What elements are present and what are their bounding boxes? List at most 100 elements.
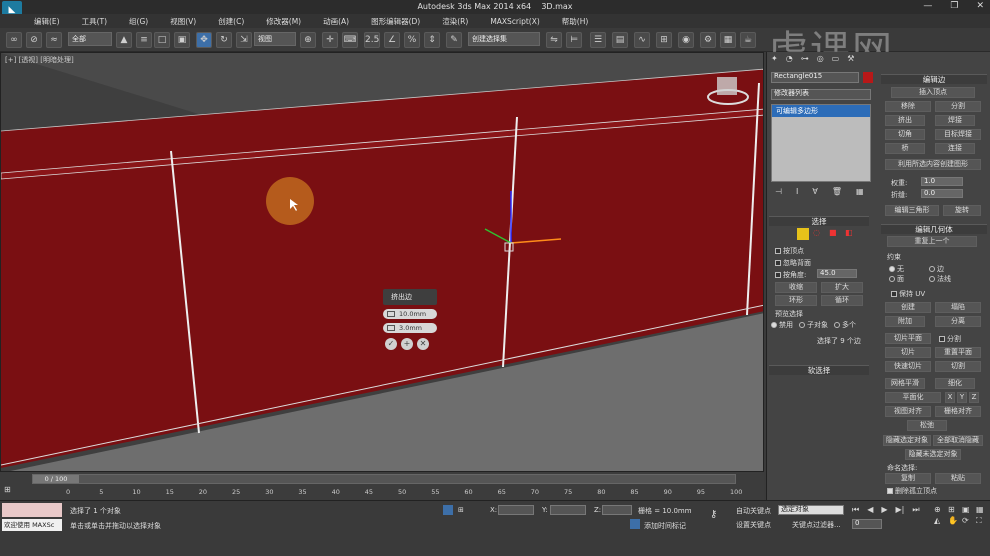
selection-rollout-title[interactable]: 选择 [769, 216, 869, 226]
turn-button[interactable]: 旋转 [943, 205, 981, 216]
named-selection-dropdown[interactable]: 创建选择集 [468, 32, 540, 46]
angle-spinner[interactable]: 45.0 [817, 269, 857, 278]
render-icon[interactable]: ☕ [740, 32, 756, 48]
paste-button[interactable]: 粘贴 [935, 473, 981, 484]
zoom-extents-all-icon[interactable]: ▦ [976, 505, 988, 514]
snaps-toggle-icon[interactable]: 2.5 [364, 32, 380, 48]
y-coord-field[interactable] [550, 505, 586, 515]
scale-icon[interactable]: ⇲ [236, 32, 252, 48]
select-object-icon[interactable]: ▲ [116, 32, 132, 48]
hide-unselected-button[interactable]: 隐藏未选定对象 [905, 449, 961, 460]
remove-modifier-icon[interactable]: 🗑 [832, 187, 842, 196]
soft-selection-rollout[interactable]: 软选择 [769, 365, 869, 375]
unlink-icon[interactable]: ⊘ [26, 32, 42, 48]
edge-mode-icon[interactable] [797, 228, 809, 240]
pan-icon[interactable]: ✋ [948, 516, 960, 526]
planarize-z-button[interactable]: Z [969, 392, 979, 403]
collapse-button[interactable]: 塌陷 [935, 302, 981, 313]
copy-button[interactable]: 复制 [885, 473, 931, 484]
time-slider[interactable]: 0 / 100 [32, 474, 736, 484]
orbit-icon[interactable]: ⟳ [962, 516, 974, 526]
motion-tab-icon[interactable]: ◎ [817, 54, 824, 63]
window-crossing-icon[interactable]: ▣ [174, 32, 190, 48]
show-end-result-icon[interactable]: I [796, 187, 798, 196]
maximize-viewport-icon[interactable]: ⛶ [976, 516, 988, 526]
border-mode-icon[interactable]: ◌ [813, 228, 825, 240]
zoom-all-icon[interactable]: ⊞ [948, 505, 960, 514]
layer-manager-icon[interactable]: ☰ [590, 32, 606, 48]
reset-plane-button[interactable]: 重置平面 [935, 347, 981, 358]
mirror-icon[interactable]: ⇋ [546, 32, 562, 48]
zoom-extents-icon[interactable]: ▣ [962, 505, 974, 514]
constraint-face-radio[interactable]: 面 [889, 274, 904, 284]
next-frame-icon[interactable]: ▶| [896, 505, 905, 515]
utilities-tab-icon[interactable]: ⚒ [847, 54, 854, 63]
z-coord-field[interactable] [602, 505, 632, 515]
lock-selection-icon[interactable] [443, 505, 453, 515]
maxscript-listener-top[interactable] [2, 503, 62, 517]
viewport-label[interactable]: [+] [透视] [明暗处理] [5, 55, 74, 65]
rect-selection-icon[interactable]: □ [154, 32, 170, 48]
menu-modifiers[interactable]: 修改器(M) [266, 16, 301, 27]
hide-selected-button[interactable]: 隐藏选定对象 [883, 435, 931, 446]
by-vertex-check[interactable]: 按顶点 [775, 246, 804, 256]
link-icon[interactable]: ∞ [6, 32, 22, 48]
display-tab-icon[interactable]: ▭ [832, 54, 840, 63]
play-icon[interactable]: ▶ [881, 505, 887, 515]
key-icon[interactable]: ⚷ [710, 509, 717, 520]
add-time-tag[interactable]: 添加时间标记 [644, 521, 686, 531]
loop-button[interactable]: 循环 [821, 295, 863, 306]
edit-named-selections-icon[interactable]: ✎ [446, 32, 462, 48]
connect-button[interactable]: 连接 [935, 143, 975, 154]
split-check[interactable]: 分割 [939, 334, 961, 344]
remove-button[interactable]: 移除 [885, 101, 931, 112]
graphite-toggle-icon[interactable]: ▤ [612, 32, 628, 48]
constraint-normal-radio[interactable]: 法线 [929, 274, 951, 284]
element-mode-icon[interactable]: ◧ [845, 228, 857, 240]
insert-vertex-button[interactable]: 插入顶点 [891, 87, 975, 98]
render-setup-icon[interactable]: ⚙ [700, 32, 716, 48]
ok-icon[interactable]: ✓ [385, 338, 397, 350]
constraint-edge-radio[interactable]: 边 [929, 264, 944, 274]
target-weld-button[interactable]: 目标焊接 [935, 129, 981, 140]
key-mode-dropdown[interactable]: 选定对象 [778, 505, 844, 515]
tessellate-button[interactable]: 细化 [935, 378, 975, 389]
menu-rendering[interactable]: 渲染(R) [442, 16, 468, 27]
make-unique-icon[interactable]: ∀ [812, 187, 817, 196]
caddy-height-field[interactable]: 10.0mm [383, 309, 437, 319]
preview-disabled-radio[interactable]: 禁用 [771, 320, 793, 330]
edit-triangles-button[interactable]: 编辑三角形 [885, 205, 939, 216]
reference-coord-dropdown[interactable]: 视图 [254, 32, 296, 46]
repeat-last-button[interactable]: 重复上一个 [887, 236, 977, 247]
slice-button[interactable]: 切片 [885, 347, 931, 358]
create-shape-button[interactable]: 利用所选内容创建图形 [885, 159, 981, 170]
modifier-stack[interactable]: 可编辑多边形 [771, 104, 871, 182]
bridge-button[interactable]: 桥 [885, 143, 925, 154]
move-icon[interactable]: ✥ [196, 32, 212, 48]
x-coord-field[interactable] [498, 505, 534, 515]
menu-views[interactable]: 视图(V) [170, 16, 196, 27]
menu-tools[interactable]: 工具(T) [82, 16, 107, 27]
by-angle-check[interactable]: 按角度: [775, 270, 806, 280]
crease-spinner[interactable]: 0.0 [921, 189, 963, 198]
modify-tab-icon[interactable]: ◔ [786, 54, 793, 63]
delete-isolated-check[interactable]: 删除孤立顶点 [887, 486, 937, 496]
spinner-snap-icon[interactable]: ⇕ [424, 32, 440, 48]
pin-stack-icon[interactable]: ⊣ [775, 187, 782, 196]
fov-icon[interactable]: ◭ [934, 516, 946, 526]
pivot-center-icon[interactable]: ⊕ [300, 32, 316, 48]
stack-item-editable-poly[interactable]: 可编辑多边形 [772, 105, 870, 117]
rendered-frame-icon[interactable]: ▦ [720, 32, 736, 48]
object-name-field[interactable]: Rectangle015 [771, 72, 859, 83]
menu-edit[interactable]: 编辑(E) [34, 16, 60, 27]
absolute-mode-icon[interactable]: ⊞ [458, 506, 464, 514]
menu-graph-editors[interactable]: 图形编辑器(D) [371, 16, 420, 27]
select-manipulate-icon[interactable]: ✛ [322, 32, 338, 48]
menu-help[interactable]: 帮助(H) [562, 16, 589, 27]
select-by-name-icon[interactable]: ≡ [136, 32, 152, 48]
ignore-backfacing-check[interactable]: 忽略背面 [775, 258, 811, 268]
planarize-x-button[interactable]: X [945, 392, 955, 403]
keyboard-shortcut-icon[interactable]: ⌨ [342, 32, 358, 48]
menu-group[interactable]: 组(G) [129, 16, 148, 27]
split-button[interactable]: 分割 [935, 101, 981, 112]
